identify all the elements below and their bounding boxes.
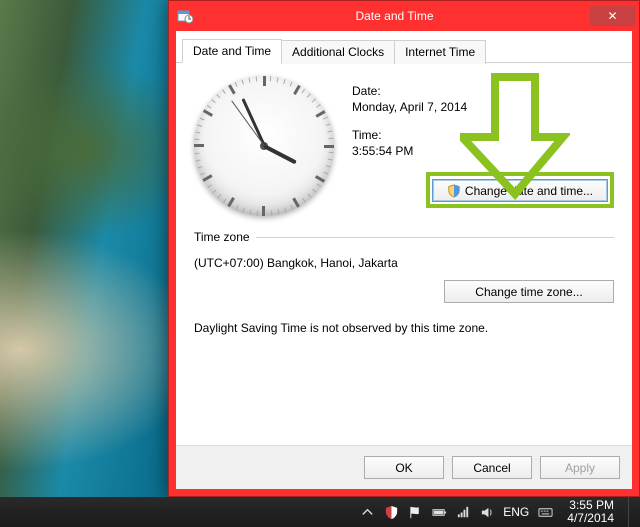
tabstrip: Date and Time Additional Clocks Internet… [176,32,632,63]
date-time-icon [177,8,193,24]
tab-date-and-time[interactable]: Date and Time [182,39,282,63]
tray-flag-icon[interactable] [407,504,423,520]
desktop-background: Date and Time ✕ Date and Time Additional… [0,0,640,527]
date-value: Monday, April 7, 2014 [352,100,614,114]
change-date-time-label: Change date and time... [465,184,593,198]
window-title: Date and Time [199,9,590,23]
date-time-window: Date and Time ✕ Date and Time Additional… [168,0,640,497]
change-date-time-button[interactable]: Change date and time... [432,179,608,202]
tray-volume-icon[interactable] [479,504,495,520]
tray-language[interactable]: ENG [503,504,529,520]
dst-note: Daylight Saving Time is not observed by … [194,321,614,335]
client-area: Date and Time Additional Clocks Internet… [176,31,632,489]
close-button[interactable]: ✕ [590,6,635,26]
tray-date: 4/7/2014 [567,512,614,525]
timezone-section: Time zone (UTC+07:00) Bangkok, Hanoi, Ja… [194,230,614,335]
timezone-value: (UTC+07:00) Bangkok, Hanoi, Jakarta [194,256,614,270]
time-value: 3:55:54 PM [352,144,614,158]
change-timezone-button[interactable]: Change time zone... [444,280,614,303]
tab-internet-time[interactable]: Internet Time [394,40,486,64]
tray-keyboard-icon[interactable] [537,504,553,520]
uac-shield-icon [447,184,461,198]
tray-battery-icon[interactable] [431,504,447,520]
tab-additional-clocks[interactable]: Additional Clocks [281,40,395,64]
close-icon: ✕ [607,9,617,23]
tray-network-icon[interactable] [455,504,471,520]
titlebar[interactable]: Date and Time ✕ [169,1,639,31]
system-tray: ENG 3:55 PM 4/7/2014 [359,497,640,527]
tray-clock[interactable]: 3:55 PM 4/7/2014 [561,499,620,525]
analog-clock [194,76,334,216]
tray-chevron-icon[interactable] [359,504,375,520]
tray-shield-icon[interactable] [383,504,399,520]
dialog-button-row: OK Cancel Apply [176,445,632,489]
divider [256,237,614,238]
timezone-legend: Time zone [194,230,250,244]
date-label: Date: [352,84,614,98]
annotation-highlight-box: Change date and time... [426,172,614,208]
taskbar[interactable]: ENG 3:55 PM 4/7/2014 [0,497,640,527]
show-desktop-button[interactable] [628,497,636,527]
tab-panel: Date: Monday, April 7, 2014 Time: 3:55:5… [176,62,632,444]
apply-button[interactable]: Apply [540,456,620,479]
cancel-button[interactable]: Cancel [452,456,532,479]
ok-button[interactable]: OK [364,456,444,479]
time-label: Time: [352,128,614,142]
